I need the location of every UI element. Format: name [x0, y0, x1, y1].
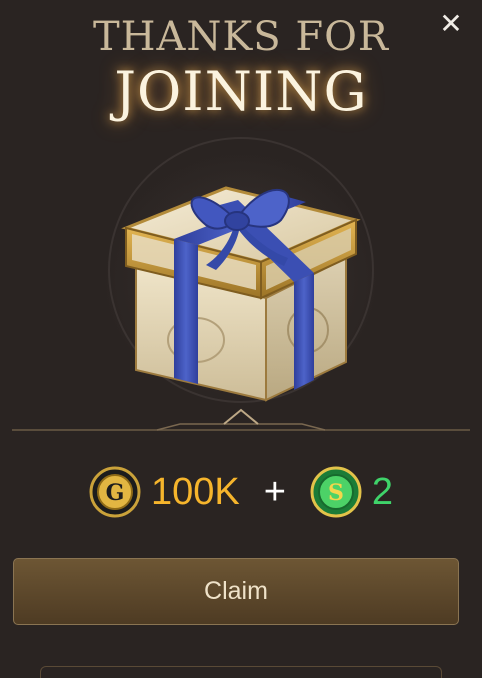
title-line-2: JOINING [114, 60, 368, 123]
svg-text:S: S [328, 480, 344, 506]
next-panel-edge [40, 666, 442, 678]
sweeps-amount: 2 [371, 470, 394, 513]
gold-amount: 100K [150, 470, 240, 513]
svg-text:G: G [106, 480, 125, 506]
title-line-1: THANKS FOR [92, 14, 390, 60]
divider [12, 404, 470, 438]
reward-summary: G 100K + S 2 [0, 462, 482, 522]
gift-box-icon [56, 130, 426, 420]
plus-sign: + [263, 470, 286, 513]
claim-button[interactable]: Claim [13, 558, 459, 625]
gold-coin-icon: G [89, 466, 141, 518]
sweeps-coin-icon: S [310, 466, 362, 518]
